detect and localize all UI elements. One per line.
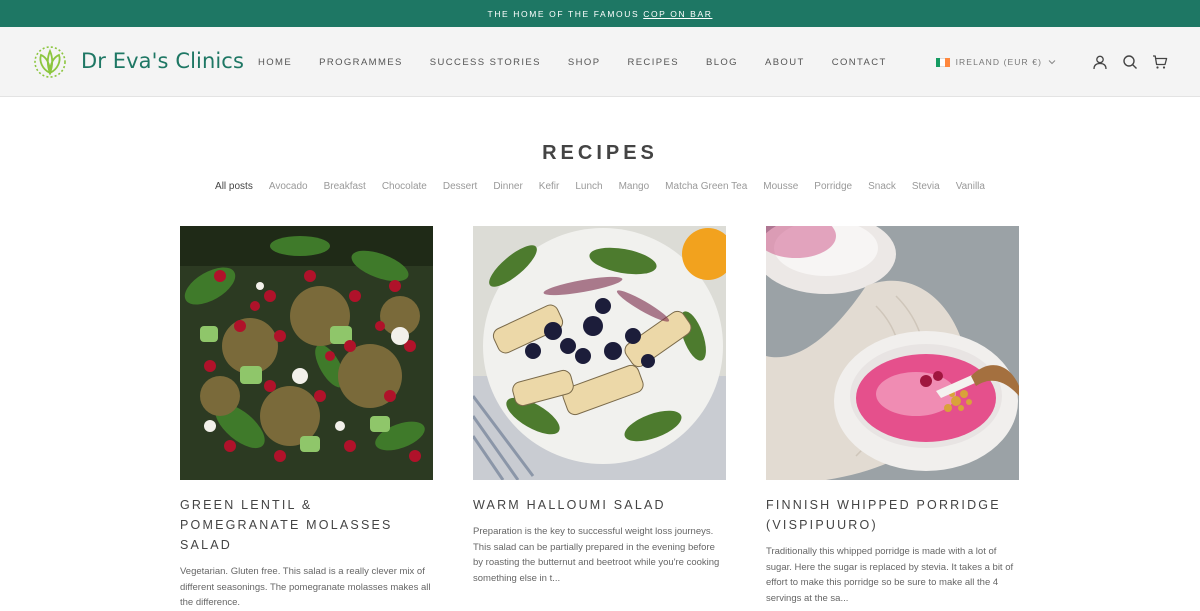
- nav-item-programmes[interactable]: PROGRAMMES: [319, 57, 403, 68]
- recipe-excerpt: Vegetarian. Gluten free. This salad is a…: [180, 566, 431, 608]
- page-title: RECIPES: [542, 142, 658, 164]
- announcement-bar: THE HOME OF THE FAMOUS COP ON BAR: [0, 0, 1200, 27]
- nav-item-success-stories[interactable]: SUCCESS STORIES: [430, 57, 541, 68]
- recipe-card: GREEN LENTIL & POMEGRANATE MOLASSES SALA…: [180, 226, 433, 611]
- nav-item-shop[interactable]: SHOP: [568, 57, 601, 68]
- recipe-card: WARM HALLOUMI SALAD Preparation is the k…: [473, 226, 726, 611]
- tag-filters: All posts Avocado Breakfast Chocolate De…: [0, 181, 1200, 192]
- nav-item-contact[interactable]: CONTACT: [832, 57, 887, 68]
- announcement-text: THE HOME OF THE FAMOUS: [487, 8, 640, 19]
- filter-matcha-green-tea[interactable]: Matcha Green Tea: [665, 181, 747, 192]
- locale-label: IRELAND (EUR €): [955, 57, 1042, 67]
- site-header: Dr Eva's Clinics HOME PROGRAMMES SUCCESS…: [0, 27, 1200, 97]
- recipe-excerpt: Preparation is the key to successful wei…: [473, 526, 720, 584]
- filter-dinner[interactable]: Dinner: [493, 181, 522, 192]
- header-actions: IRELAND (EUR €): [935, 27, 1168, 97]
- search-icon[interactable]: [1122, 54, 1138, 70]
- recipe-title[interactable]: GREEN LENTIL & POMEGRANATE MOLASSES SALA…: [180, 495, 433, 555]
- filter-porridge[interactable]: Porridge: [814, 181, 852, 192]
- filter-stevia[interactable]: Stevia: [912, 181, 940, 192]
- filter-chocolate[interactable]: Chocolate: [382, 181, 427, 192]
- filter-snack[interactable]: Snack: [868, 181, 896, 192]
- recipe-grid: GREEN LENTIL & POMEGRANATE MOLASSES SALA…: [180, 226, 1020, 611]
- recipe-image[interactable]: [180, 226, 433, 480]
- filter-all-posts[interactable]: All posts: [215, 181, 253, 192]
- filter-breakfast[interactable]: Breakfast: [324, 181, 366, 192]
- filter-avocado[interactable]: Avocado: [269, 181, 308, 192]
- recipe-card: FINNISH WHIPPED PORRIDGE (VISPIPUURO) Tr…: [766, 226, 1019, 611]
- leaf-logo-icon: [34, 46, 66, 78]
- account-icon[interactable]: [1092, 54, 1108, 70]
- recipe-title[interactable]: WARM HALLOUMI SALAD: [473, 495, 726, 515]
- filter-lunch[interactable]: Lunch: [575, 181, 602, 192]
- nav-item-blog[interactable]: BLOG: [706, 57, 738, 68]
- announcement-link[interactable]: COP ON BAR: [643, 9, 712, 19]
- ireland-flag-icon: [935, 57, 950, 67]
- filter-mango[interactable]: Mango: [619, 181, 650, 192]
- filter-dessert[interactable]: Dessert: [443, 181, 477, 192]
- brand-name: Dr Eva's Clinics: [81, 49, 244, 73]
- nav-item-about[interactable]: ABOUT: [765, 57, 805, 68]
- cart-icon[interactable]: [1152, 54, 1168, 70]
- recipe-image[interactable]: [766, 226, 1019, 480]
- nav-item-recipes[interactable]: RECIPES: [627, 57, 679, 68]
- main-nav: HOME PROGRAMMES SUCCESS STORIES SHOP REC…: [258, 27, 914, 97]
- nav-item-home[interactable]: HOME: [258, 57, 292, 68]
- recipe-image[interactable]: [473, 226, 726, 480]
- filter-kefir[interactable]: Kefir: [539, 181, 560, 192]
- chevron-down-icon: [1048, 60, 1056, 65]
- brand-logo[interactable]: Dr Eva's Clinics: [32, 43, 244, 79]
- filter-mousse[interactable]: Mousse: [763, 181, 798, 192]
- recipe-excerpt: Traditionally this whipped porridge is m…: [766, 546, 1014, 604]
- locale-selector[interactable]: IRELAND (EUR €): [935, 57, 1056, 67]
- filter-vanilla[interactable]: Vanilla: [956, 181, 985, 192]
- recipe-title[interactable]: FINNISH WHIPPED PORRIDGE (VISPIPUURO): [766, 495, 1019, 535]
